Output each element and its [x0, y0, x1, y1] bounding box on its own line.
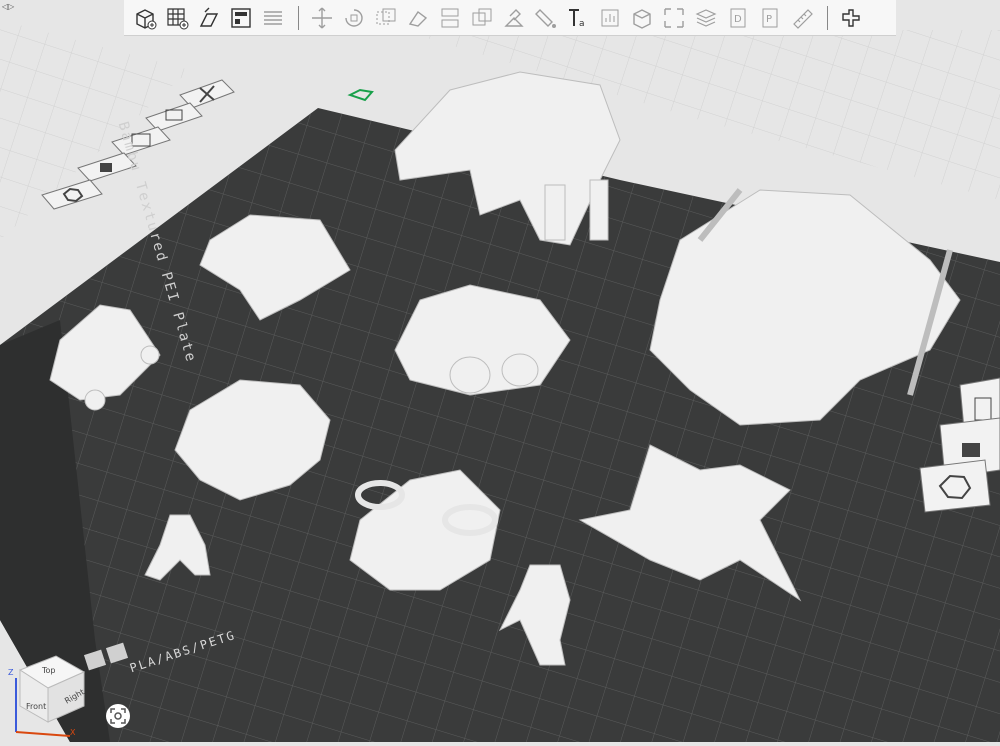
scale-button[interactable] — [371, 3, 401, 33]
text-icon: a — [569, 8, 585, 29]
zoom-to-fit-button[interactable] — [106, 704, 130, 728]
measure-button[interactable] — [787, 3, 817, 33]
move-icon — [312, 7, 332, 28]
viewport-canvas[interactable] — [0, 0, 1000, 742]
plate-settings-button-right[interactable] — [919, 459, 991, 513]
view-cube[interactable]: Top Front Right Z X — [8, 650, 88, 738]
scale-icon — [376, 8, 396, 24]
fit-button[interactable] — [659, 3, 689, 33]
part-p-button[interactable]: P — [755, 3, 785, 33]
add-grid-button[interactable] — [162, 3, 192, 33]
3d-viewport[interactable]: Bambu Textured PEI Plate PLA/ABS/PETG ◁▷… — [0, 0, 1000, 742]
stack-button[interactable] — [691, 3, 721, 33]
measure-icon — [793, 8, 813, 29]
rotate-button[interactable] — [339, 3, 369, 33]
layers-icon — [264, 10, 282, 25]
support-paint-button[interactable] — [499, 3, 529, 33]
lock-icon — [100, 163, 112, 172]
axis-x-label: X — [70, 728, 76, 737]
layers-button[interactable] — [258, 3, 288, 33]
boolean-icon — [472, 8, 492, 25]
assembly-icon — [601, 9, 619, 26]
part-p-icon: P — [762, 8, 778, 27]
toolbar-separator — [298, 5, 299, 30]
assemble-view-icon — [842, 8, 860, 27]
svg-text:a: a — [579, 19, 585, 29]
rotate-icon — [345, 8, 363, 27]
move-button[interactable] — [307, 3, 337, 33]
cut-button[interactable] — [627, 3, 657, 33]
stack-icon — [695, 8, 717, 27]
auto-orient-icon — [199, 7, 219, 27]
cut-icon — [633, 8, 651, 29]
boolean-button[interactable] — [467, 3, 497, 33]
lay-on-face-icon — [408, 10, 428, 27]
toolbar-separator — [827, 5, 828, 30]
part-d-button[interactable]: D — [723, 3, 753, 33]
arrange-button[interactable] — [226, 3, 256, 33]
cube-top-label: Top — [42, 666, 56, 675]
add-cube-icon — [136, 8, 157, 29]
assembly-button[interactable] — [595, 3, 625, 33]
color-paint-icon — [535, 8, 556, 28]
part-d-icon: D — [730, 8, 746, 27]
collapse-sidebar-button[interactable]: ◁▷ — [2, 2, 14, 12]
split-button[interactable] — [435, 3, 465, 33]
svg-text:P: P — [766, 14, 772, 25]
zoom-fit-icon — [110, 708, 126, 724]
auto-orient-button[interactable] — [194, 3, 224, 33]
add-grid-icon — [167, 7, 189, 29]
text-button[interactable]: a — [563, 3, 593, 33]
lay-on-face-button[interactable] — [403, 3, 433, 33]
axis-z-label: Z — [8, 668, 14, 677]
lock-icon — [962, 443, 980, 457]
support-paint-icon — [504, 8, 524, 27]
color-paint-button[interactable] — [531, 3, 561, 33]
add-cube-button[interactable] — [130, 3, 160, 33]
fit-icon — [664, 7, 684, 28]
axis-x-line — [15, 731, 71, 737]
split-icon — [441, 8, 459, 27]
assemble-view-button[interactable] — [836, 3, 866, 33]
main-toolbar: aDP — [124, 0, 896, 36]
svg-text:D: D — [734, 14, 742, 25]
arrange-icon — [231, 7, 251, 28]
cube-front-label: Front — [26, 702, 47, 711]
